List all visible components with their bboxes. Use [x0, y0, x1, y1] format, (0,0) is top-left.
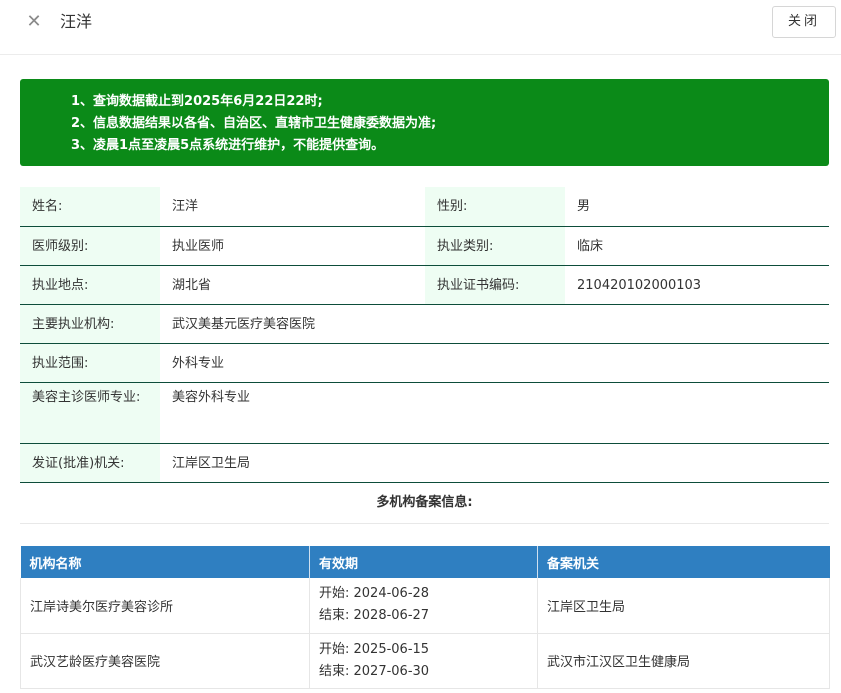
validity-cell: 开始: 2025-06-15 结束: 2027-06-30 — [309, 633, 538, 689]
table-row: 江岸诗美尔医疗美容诊所 开始: 2024-06-28 结束: 2028-06-2… — [20, 578, 830, 634]
authority-cell: 江岸区卫生局 — [537, 578, 830, 634]
close-icon[interactable]: ✕ — [22, 10, 46, 34]
authority-cell: 武汉市江汉区卫生健康局 — [537, 633, 830, 689]
name-label: 姓名: — [20, 187, 160, 227]
table-row: 武汉艺龄医疗美容医院 开始: 2025-06-15 结束: 2027-06-30… — [20, 633, 830, 689]
dialog-title: 汪洋 — [60, 12, 93, 31]
notice-banner: 1、查询数据截止到2025年6月22日22时; 2、信息数据结果以各省、自治区、… — [20, 79, 829, 166]
location-label: 执业地点: — [20, 265, 160, 305]
info-row: 主要执业机构: 武汉美基元医疗美容医院 — [20, 304, 829, 344]
location-value: 湖北省 — [160, 265, 425, 305]
records-header-row: 机构名称 有效期 备案机关 — [20, 546, 830, 578]
info-row: 美容主诊医师专业: 美容外科专业 — [20, 382, 829, 444]
column-header-authority: 备案机关 — [537, 546, 830, 578]
info-row: 发证(批准)机关: 江岸区卫生局 — [20, 443, 829, 483]
name-value: 汪洋 — [160, 187, 425, 227]
gender-value: 男 — [565, 187, 829, 227]
category-label: 执业类别: — [425, 226, 565, 266]
records-table: 机构名称 有效期 备案机关 江岸诗美尔医疗美容诊所 开始: 2024-06-28… — [20, 546, 830, 689]
cosmetic-value: 美容外科专业 — [160, 382, 829, 444]
column-header-org: 机构名称 — [20, 546, 310, 578]
doctor-info-table: 姓名: 汪洋 性别: 男 医师级别: 执业医师 执业类别: 临床 执业地点: 湖… — [20, 187, 829, 483]
validity-start: 开始: 2024-06-28 — [319, 586, 430, 602]
notice-line: 3、凌晨1点至凌晨5点系统进行维护，不能提供查询。 — [71, 138, 385, 153]
validity-end: 结束: 2028-06-27 — [319, 608, 430, 624]
issuer-label: 发证(批准)机关: — [20, 443, 160, 483]
gender-label: 性别: — [425, 187, 565, 227]
issuer-value: 江岸区卫生局 — [160, 443, 829, 483]
close-button[interactable]: 关闭 — [772, 6, 836, 38]
level-label: 医师级别: — [20, 226, 160, 266]
validity-end: 结束: 2027-06-30 — [319, 663, 430, 679]
cert-label: 执业证书编码: — [425, 265, 565, 305]
scope-label: 执业范围: — [20, 343, 160, 383]
cosmetic-label: 美容主诊医师专业: — [20, 382, 160, 444]
validity-cell: 开始: 2024-06-28 结束: 2028-06-27 — [309, 578, 538, 634]
info-row: 医师级别: 执业医师 执业类别: 临床 — [20, 226, 829, 266]
info-row: 执业地点: 湖北省 执业证书编码: 210420102000103 — [20, 265, 829, 305]
dialog-header: ✕ 汪洋 关闭 — [0, 0, 841, 55]
category-value: 临床 — [565, 226, 829, 266]
notice-line: 1、查询数据截止到2025年6月22日22时; — [71, 94, 323, 109]
scope-value: 外科专业 — [160, 343, 829, 383]
org-name-cell: 武汉艺龄医疗美容医院 — [20, 633, 310, 689]
info-row: 执业范围: 外科专业 — [20, 343, 829, 383]
org-value: 武汉美基元医疗美容医院 — [160, 304, 829, 344]
column-header-validity: 有效期 — [309, 546, 538, 578]
info-row: 姓名: 汪洋 性别: 男 — [20, 187, 829, 227]
notice-line: 2、信息数据结果以各省、自治区、直辖市卫生健康委数据为准; — [71, 116, 437, 131]
records-title: 多机构备案信息: — [20, 482, 829, 524]
org-label: 主要执业机构: — [20, 304, 160, 344]
level-value: 执业医师 — [160, 226, 425, 266]
org-name-cell: 江岸诗美尔医疗美容诊所 — [20, 578, 310, 634]
validity-start: 开始: 2025-06-15 — [319, 641, 430, 657]
cert-value: 210420102000103 — [565, 265, 829, 305]
